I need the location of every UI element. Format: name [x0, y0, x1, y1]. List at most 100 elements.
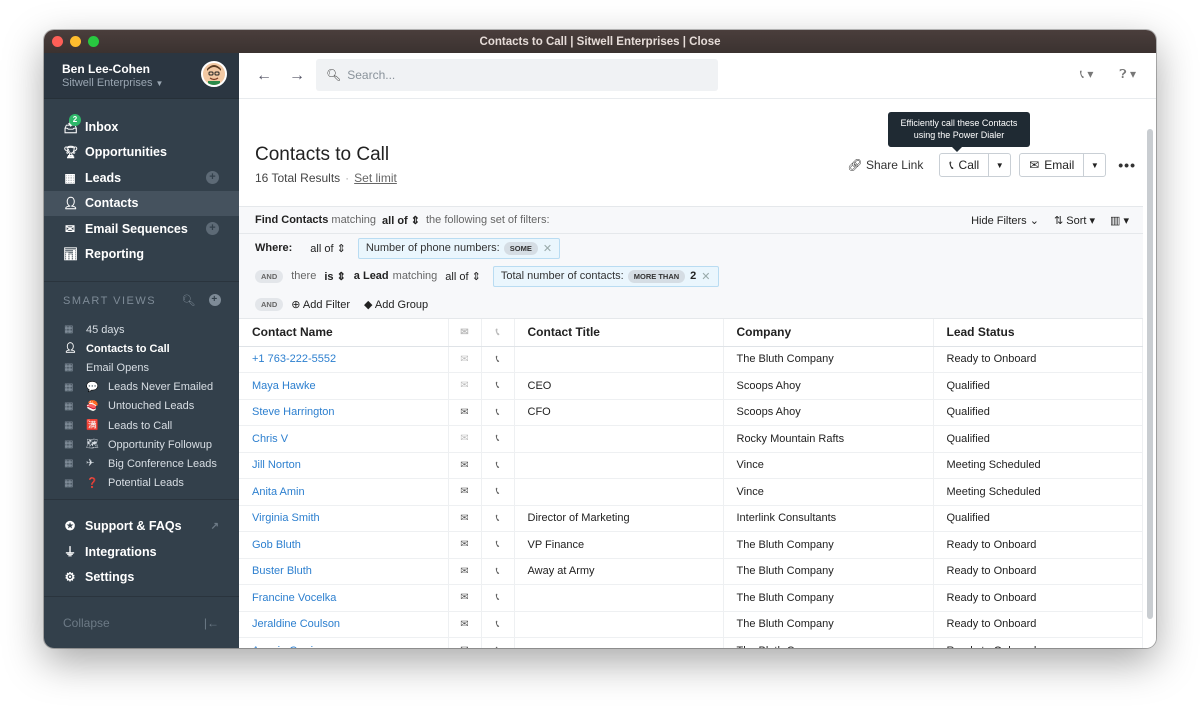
call-dropdown-button[interactable]: ▼	[988, 154, 1010, 176]
add-icon[interactable]: +	[206, 222, 219, 235]
envelope-icon[interactable]: ✉	[448, 505, 482, 532]
add-group-button[interactable]: ◆ Add Group	[364, 298, 428, 311]
phone-icon[interactable]: 📞︎	[481, 611, 515, 638]
phone-icon[interactable]: 📞︎	[481, 372, 515, 400]
search-bar[interactable]: 🔍︎	[316, 59, 718, 91]
column-header-contact-name[interactable]: Contact Name	[239, 319, 449, 347]
contact-name-link[interactable]: +1 763-222-5552	[239, 346, 449, 373]
avatar[interactable]	[201, 61, 227, 87]
remove-filter-icon[interactable]: ✕	[701, 270, 710, 283]
forward-arrow-icon[interactable]: →	[289, 67, 305, 85]
smart-view-big-conference-leads[interactable]: ▦ ✈ Big Conference Leads	[44, 454, 239, 473]
email-button[interactable]: ✉ Email	[1020, 154, 1083, 176]
phone-icon[interactable]: 📞︎	[481, 399, 515, 426]
smart-view-leads-to-call[interactable]: ▦ 🈵 Leads to Call	[44, 416, 239, 435]
scrollbar[interactable]	[1147, 129, 1153, 619]
envelope-icon[interactable]: ✉	[448, 637, 482, 648]
remove-filter-icon[interactable]: ✕	[543, 242, 552, 255]
nav-item-settings[interactable]: ⚙ Settings	[44, 565, 239, 591]
contacts-count-filter[interactable]: Total number of contacts: MORE THAN 2 ✕	[492, 265, 719, 287]
phone-icon[interactable]: 📞︎	[481, 584, 515, 612]
table-row[interactable]: +1 763-222-5552 ✉ 📞︎ The Bluth Company Ready…	[239, 346, 1143, 373]
table-row[interactable]: Buster Bluth ✉ 📞︎ Away at Army The Bluth Com…	[239, 558, 1143, 585]
smart-view-email-opens[interactable]: ▦ Email Opens	[44, 358, 239, 377]
table-row[interactable]: Gob Bluth ✉ 📞︎ VP Finance The Bluth Company R…	[239, 531, 1143, 559]
envelope-icon[interactable]: ✉	[448, 452, 482, 479]
where-mode-select[interactable]: all of ⇕	[310, 242, 346, 255]
search-icon[interactable]: 🔍︎	[182, 294, 197, 307]
table-row[interactable]: Maya Hawke ✉ 📞︎ CEO Scoops Ahoy Qualified	[239, 372, 1143, 400]
nav-item-contacts[interactable]: 👤︎ Contacts	[44, 190, 239, 216]
minimize-window-button[interactable]	[70, 36, 81, 47]
table-row[interactable]: Steve Harrington ✉ 📞︎ CFO Scoops Ahoy Qualifi…	[239, 399, 1143, 426]
share-link-button[interactable]: 🔗︎ Share Link	[847, 158, 923, 172]
nav-item-email-sequences[interactable]: ✉ Email Sequences +	[44, 216, 239, 242]
set-limit-link[interactable]: Set limit	[354, 171, 397, 185]
nav-item-support-faqs[interactable]: ✪ Support & FAQs ↗	[44, 514, 239, 540]
phone-icon[interactable]: 📞︎	[481, 505, 515, 532]
phone-icon[interactable]: 📞︎	[481, 558, 515, 585]
search-input[interactable]	[347, 68, 648, 82]
smart-view-45-days[interactable]: ▦ 45 days	[44, 320, 239, 339]
table-row[interactable]: Virginia Smith ✉ 📞︎ Director of Marketing In…	[239, 505, 1143, 532]
lead-mode-select[interactable]: all of ⇕	[445, 270, 481, 283]
phone-menu-icon[interactable]: 📞︎ ▾	[1080, 67, 1094, 82]
phone-icon[interactable]: 📞︎	[481, 346, 515, 373]
contact-name-link[interactable]: Gob Bluth	[239, 531, 449, 559]
envelope-icon[interactable]: ✉	[448, 346, 482, 373]
envelope-icon[interactable]: ✉	[448, 611, 482, 638]
phone-icon[interactable]: 📞︎	[481, 478, 515, 506]
add-filter-button[interactable]: ⊕ Add Filter	[291, 298, 350, 311]
phone-icon[interactable]: 📞︎	[481, 452, 515, 479]
hide-filters-button[interactable]: Hide Filters ⌄	[971, 214, 1039, 227]
column-header-contact-title[interactable]: Contact Title	[514, 319, 724, 347]
smart-view-potential-leads[interactable]: ▦ ❓ Potential Leads	[44, 474, 239, 493]
close-window-button[interactable]	[52, 36, 63, 47]
column-header-lead-status[interactable]: Lead Status	[933, 319, 1143, 347]
add-icon[interactable]: +	[206, 171, 219, 184]
envelope-icon[interactable]: ✉	[448, 399, 482, 426]
email-dropdown-button[interactable]: ▼	[1083, 154, 1105, 176]
back-arrow-icon[interactable]: ←	[256, 67, 272, 85]
contact-name-link[interactable]: Francine Vocelka	[239, 584, 449, 612]
contact-name-link[interactable]: Ammie Corrio	[239, 637, 449, 648]
help-menu-icon[interactable]: ❓︎ ▾	[1119, 67, 1136, 82]
phone-icon[interactable]: 📞︎	[481, 531, 515, 559]
call-button[interactable]: 📞︎ Call	[940, 154, 988, 176]
nav-item-inbox[interactable]: 📥︎ 2 Inbox	[44, 113, 239, 140]
contact-name-link[interactable]: Anita Amin	[239, 478, 449, 506]
contact-name-link[interactable]: Jeraldine Coulson	[239, 611, 449, 638]
table-row[interactable]: Jill Norton ✉ 📞︎ Vince Meeting Scheduled	[239, 452, 1143, 479]
envelope-icon[interactable]: ✉	[448, 478, 482, 506]
zoom-window-button[interactable]	[88, 36, 99, 47]
nav-item-reporting[interactable]: 📊︎ Reporting	[44, 242, 239, 268]
table-row[interactable]: Jeraldine Coulson ✉ 📞︎ The Bluth Company Rea…	[239, 611, 1143, 638]
smart-view-opportunity-followup[interactable]: ▦ 🗺 Opportunity Followup	[44, 435, 239, 454]
table-row[interactable]: Chris V ✉ 📞︎ Rocky Mountain Rafts Qualified	[239, 425, 1143, 453]
envelope-icon[interactable]: ✉	[448, 531, 482, 559]
contact-name-link[interactable]: Jill Norton	[239, 452, 449, 479]
contact-name-link[interactable]: Maya Hawke	[239, 372, 449, 400]
smart-view-untouched-leads[interactable]: ▦ 🍣 Untouched Leads	[44, 397, 239, 416]
nav-item-opportunities[interactable]: 🏆︎ Opportunities	[44, 140, 239, 166]
nav-item-leads[interactable]: ▦ Leads +	[44, 165, 239, 191]
contact-name-link[interactable]: Buster Bluth	[239, 558, 449, 585]
match-mode-select[interactable]: all of ⇕	[382, 214, 420, 227]
nav-item-integrations[interactable]: ⏚ Integrations	[44, 539, 239, 565]
contact-name-link[interactable]: Chris V	[239, 425, 449, 453]
more-options-icon[interactable]: •••	[1118, 157, 1136, 173]
add-smart-view-icon[interactable]: +	[209, 294, 221, 306]
table-row[interactable]: Ammie Corrio✉📞︎ The Bluth CompanyReady to…	[239, 637, 1143, 648]
phone-icon[interactable]: 📞︎	[481, 425, 515, 453]
phone-count-filter[interactable]: Number of phone numbers: SOME ✕	[357, 237, 561, 259]
collapse-button[interactable]: Collapse |←	[44, 596, 239, 648]
user-switcher[interactable]: Ben Lee-Cohen Sitwell Enterprises ▼	[44, 53, 239, 99]
column-header-company[interactable]: Company	[723, 319, 934, 347]
smart-view-leads-never-emailed[interactable]: ▦ 💬 Leads Never Emailed	[44, 378, 239, 397]
columns-button[interactable]: ▥ ▾	[1110, 214, 1129, 227]
envelope-icon[interactable]: ✉	[448, 372, 482, 400]
contact-name-link[interactable]: Steve Harrington	[239, 399, 449, 426]
phone-icon[interactable]: 📞︎	[481, 637, 515, 648]
sort-button[interactable]: ⇅ Sort ▾	[1054, 214, 1095, 227]
envelope-icon[interactable]: ✉	[448, 584, 482, 612]
